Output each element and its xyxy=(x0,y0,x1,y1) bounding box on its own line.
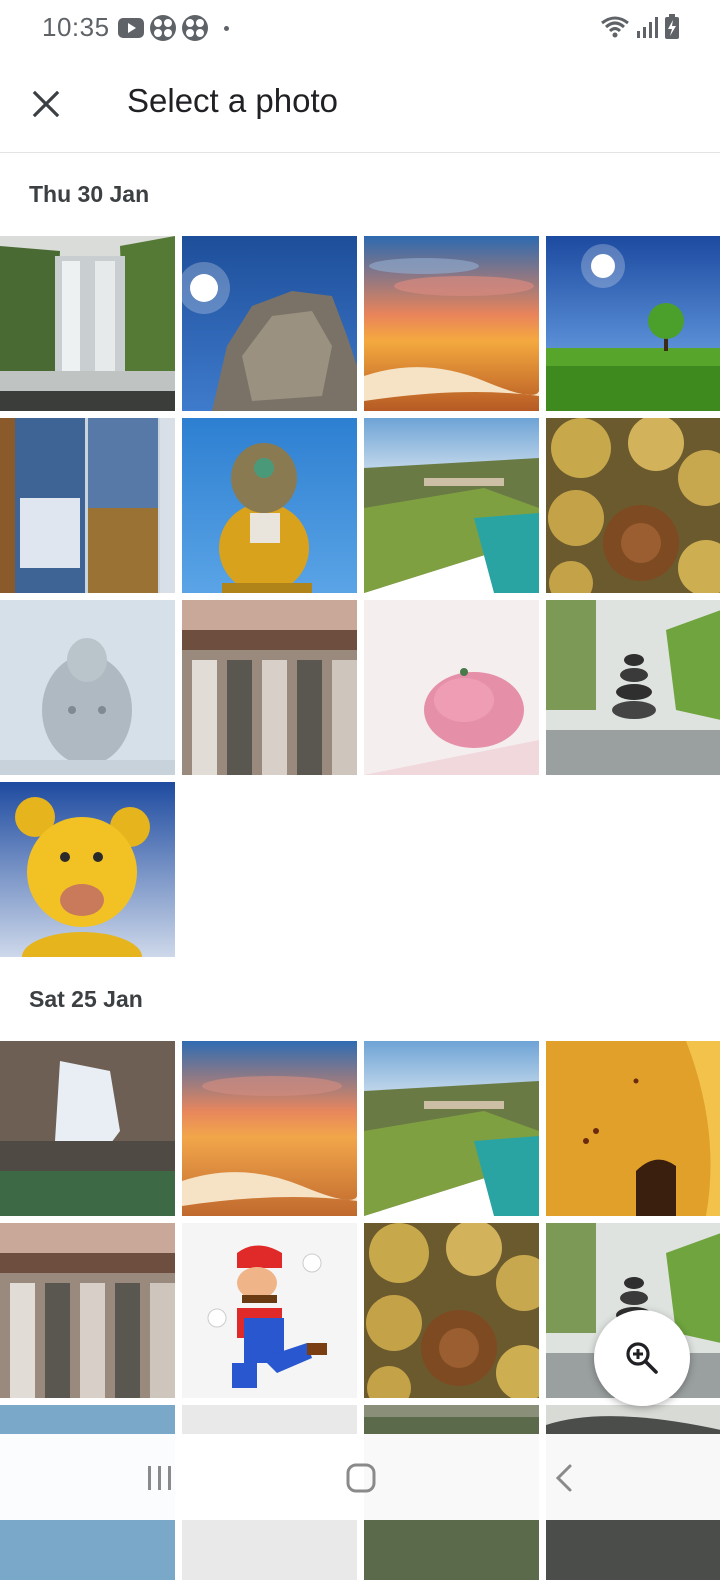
buddha-statue-photo xyxy=(0,600,175,775)
yellow-petals-photo xyxy=(546,1041,720,1216)
dice-app-icon xyxy=(182,15,208,41)
stone-stack-photo xyxy=(546,600,720,775)
close-icon xyxy=(32,90,60,118)
roses-photo xyxy=(364,1223,539,1398)
wifi-icon xyxy=(601,16,629,38)
battery-charging-icon xyxy=(665,14,679,39)
pink-flower-photo xyxy=(364,600,539,775)
photo-thumbnail[interactable] xyxy=(0,600,175,775)
photo-thumbnail[interactable] xyxy=(364,236,539,411)
photo-thumbnail[interactable] xyxy=(182,600,357,775)
zoom-in-icon xyxy=(626,1342,658,1374)
photo-thumbnail[interactable] xyxy=(546,600,720,775)
photo-thumbnail[interactable] xyxy=(0,782,175,957)
blurred-abstract-photo xyxy=(0,1041,175,1216)
status-bar: 10:35 xyxy=(0,0,720,56)
carved-pillars-photo xyxy=(0,1223,175,1398)
back-icon xyxy=(555,1464,572,1492)
photo-thumbnail[interactable] xyxy=(0,1041,175,1216)
recents-button[interactable] xyxy=(130,1456,190,1500)
ice-collage-photo xyxy=(0,418,175,593)
tree-field-photo xyxy=(546,236,720,411)
dice-app-icon xyxy=(150,15,176,41)
back-button[interactable] xyxy=(534,1456,594,1500)
section-date-label: Sat 25 Jan xyxy=(29,986,143,1012)
photo-thumbnail[interactable] xyxy=(364,418,539,593)
close-button[interactable] xyxy=(22,80,70,128)
signal-icon xyxy=(637,17,658,38)
app-bar: Select a photo xyxy=(0,56,720,153)
mario-photo xyxy=(182,1223,357,1398)
notification-dot-icon xyxy=(224,25,229,31)
photo-thumbnail[interactable] xyxy=(364,1041,539,1216)
photo-thumbnail[interactable] xyxy=(546,236,720,411)
waterfall-photo xyxy=(0,236,175,411)
status-time: 10:35 xyxy=(42,12,110,42)
photo-thumbnail[interactable] xyxy=(0,1223,175,1398)
rock-sky-photo xyxy=(182,236,357,411)
home-icon xyxy=(346,1463,376,1493)
carved-pillars-photo xyxy=(182,600,357,775)
system-nav-bar xyxy=(0,1434,720,1520)
yellow-toy-photo xyxy=(0,782,175,957)
recents-icon xyxy=(148,1466,171,1490)
photo-grid xyxy=(0,236,720,957)
photo-thumbnail[interactable] xyxy=(182,1223,357,1398)
page-title: Select a photo xyxy=(127,82,338,119)
toy-figure-photo xyxy=(182,418,357,593)
coastline-bridge-photo xyxy=(364,418,539,593)
coastline-bridge-photo xyxy=(364,1041,539,1216)
photo-thumbnail[interactable] xyxy=(364,1223,539,1398)
sunset-beach-photo xyxy=(364,236,539,411)
photo-thumbnail[interactable] xyxy=(546,1041,720,1216)
photo-thumbnail[interactable] xyxy=(546,418,720,593)
photo-thumbnail[interactable] xyxy=(0,418,175,593)
home-button[interactable] xyxy=(331,1456,391,1500)
photo-thumbnail[interactable] xyxy=(182,236,357,411)
zoom-button[interactable] xyxy=(594,1310,690,1406)
photo-thumbnail[interactable] xyxy=(182,1041,357,1216)
roses-photo xyxy=(546,418,720,593)
photo-thumbnail[interactable] xyxy=(0,236,175,411)
sunset-beach-photo xyxy=(182,1041,357,1216)
section-date-label: Thu 30 Jan xyxy=(29,181,150,207)
photo-thumbnail[interactable] xyxy=(364,600,539,775)
youtube-icon xyxy=(118,18,144,38)
photo-thumbnail[interactable] xyxy=(182,418,357,593)
